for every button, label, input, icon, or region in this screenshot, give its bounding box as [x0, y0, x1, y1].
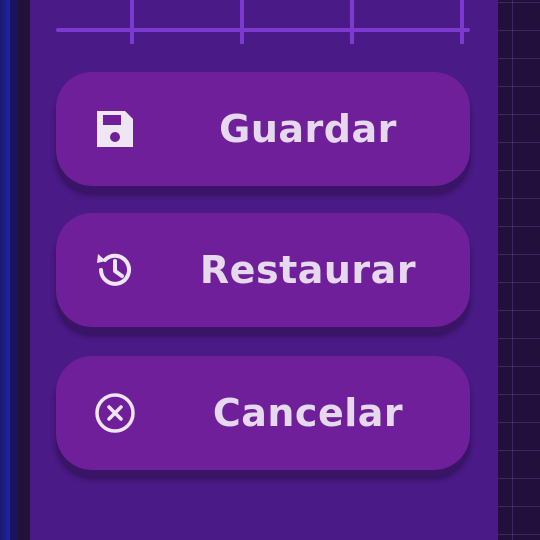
cancel-button[interactable]: Cancelar — [56, 356, 470, 470]
save-button-label: Guardar — [219, 107, 397, 151]
grid-line-vertical — [350, 0, 354, 44]
floppy-disk-icon — [92, 106, 138, 152]
close-circle-icon — [92, 390, 138, 436]
grid-line-vertical — [460, 0, 464, 44]
background-grid — [498, 0, 540, 540]
grid-line-vertical — [130, 0, 134, 44]
grid-line-horizontal — [56, 28, 470, 32]
cancel-button-label: Cancelar — [212, 391, 404, 435]
restore-button[interactable]: Restaurar — [56, 213, 470, 327]
grid-line-vertical — [240, 0, 244, 44]
history-icon — [92, 247, 138, 293]
top-grid-decoration — [56, 0, 470, 46]
restore-button-label: Restaurar — [199, 248, 417, 292]
left-edge-strip — [0, 0, 18, 540]
save-button[interactable]: Guardar — [56, 72, 470, 186]
